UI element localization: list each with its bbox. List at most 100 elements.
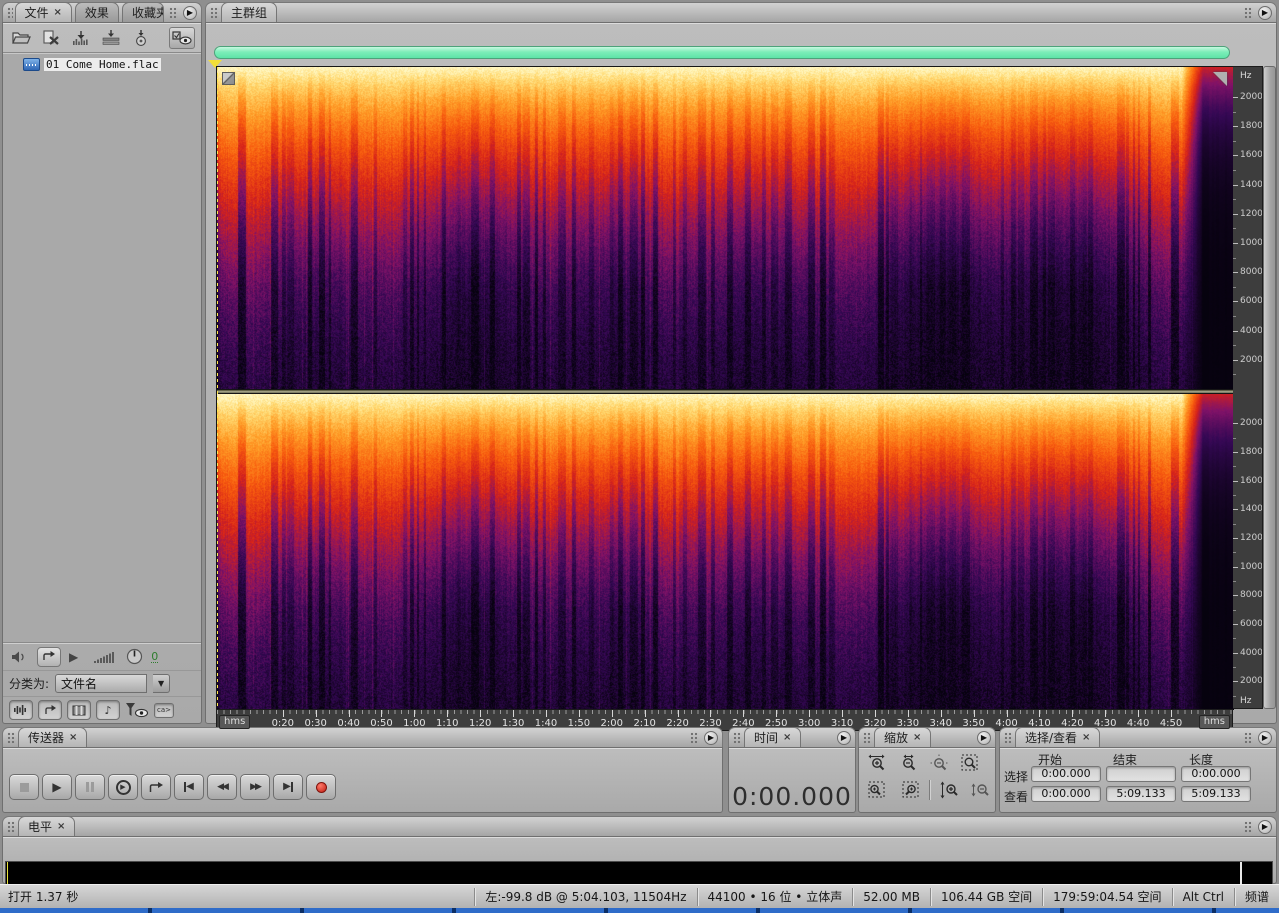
play-from-cursor-button[interactable]: ▶ — [108, 774, 138, 800]
panel-grip[interactable] — [863, 731, 872, 744]
spectrogram-channel-left[interactable] — [217, 67, 1234, 389]
open-folder-icon — [12, 31, 31, 44]
insert-cd-button[interactable] — [129, 27, 153, 49]
meter-zero-divider — [1240, 862, 1242, 886]
view-end-field[interactable]: 5:09.133 — [1106, 786, 1176, 802]
close-file-button[interactable] — [39, 27, 63, 49]
main-tabstrip: 主群组 ▶ — [205, 2, 1277, 22]
panel-menu-button[interactable]: ▶ — [977, 730, 991, 745]
view-start-field[interactable]: 0:00.000 — [1031, 786, 1101, 802]
panel-menu-button[interactable]: ▶ — [1258, 5, 1272, 20]
close-tab-icon[interactable]: × — [783, 732, 791, 743]
show-video-files-button[interactable] — [67, 700, 91, 720]
preview-play-button[interactable]: ▶ — [69, 650, 78, 664]
autoplay-speaker-icon[interactable] — [11, 650, 29, 664]
close-tab-icon[interactable]: × — [913, 732, 921, 743]
tab-zoom[interactable]: 缩放 × — [874, 727, 932, 747]
vertical-scrollbar[interactable] — [1263, 66, 1276, 709]
filter-options-button[interactable] — [125, 702, 149, 718]
show-midi-files-button[interactable]: ♪ — [96, 700, 120, 720]
loop-preview-button[interactable] — [37, 646, 61, 667]
file-type-toggles: ♪ ca> — [3, 696, 201, 723]
frequency-minor-tick — [1233, 374, 1236, 376]
panel-menu-button[interactable]: ▶ — [704, 730, 718, 745]
tab-levels[interactable]: 电平 × — [18, 816, 76, 836]
frequency-minor-tick — [1233, 552, 1236, 554]
pause-button[interactable] — [75, 774, 105, 800]
playhead-line[interactable] — [217, 67, 218, 708]
spectrogram-display[interactable] — [216, 66, 1234, 710]
panel-grip[interactable] — [1004, 731, 1013, 744]
close-tab-icon[interactable]: × — [1082, 732, 1090, 743]
view-length-field[interactable]: 5:09.133 — [1181, 786, 1251, 802]
zoom-to-selection-button[interactable] — [960, 753, 982, 773]
tab-effects[interactable]: 效果 — [74, 2, 119, 22]
panel-menu-button[interactable]: ▶ — [1258, 730, 1272, 745]
volume-bars-icon[interactable] — [94, 651, 118, 663]
tab-favorites[interactable]: 收藏夹 — [121, 2, 164, 22]
spectrogram-channel-right[interactable] — [217, 394, 1234, 710]
zoom-in-left-edge-button[interactable] — [867, 780, 889, 800]
tab-time[interactable]: 时间 × — [744, 727, 802, 747]
dropdown-arrow-icon[interactable]: ▼ — [153, 674, 171, 693]
horizontal-scrollbar[interactable] — [214, 46, 1230, 59]
close-tab-icon[interactable]: × — [54, 7, 62, 18]
frequency-minor-tick — [1233, 169, 1236, 171]
import-audio-button[interactable] — [69, 27, 93, 49]
record-button[interactable] — [306, 774, 336, 800]
close-tab-icon[interactable]: × — [69, 732, 77, 743]
time-display[interactable]: 0:00.000 — [729, 782, 855, 811]
advanced-options-button[interactable]: ca> — [154, 702, 174, 718]
tab-files[interactable]: 文件 × — [14, 2, 72, 22]
time-ruler-unit[interactable]: hms — [219, 715, 251, 729]
options-toggle-button[interactable] — [169, 26, 195, 49]
rewind-button[interactable]: ◀◀ — [207, 774, 237, 800]
tab-transport[interactable]: 传送器 × — [18, 727, 88, 747]
selection-end-field[interactable] — [1106, 766, 1176, 782]
zoom-in-horizontal-button[interactable] — [867, 753, 889, 773]
panel-menu-button[interactable]: ▶ — [1258, 819, 1272, 834]
panel-menu-button[interactable]: ▶ — [183, 5, 197, 20]
frequency-ruler[interactable]: Hz 20000 18000 16000 14000 12000 10000 8000 6000… — [1233, 66, 1263, 709]
time-ruler-unit[interactable]: hms — [1198, 715, 1230, 729]
import-file-button[interactable] — [9, 27, 33, 49]
show-loop-files-button[interactable] — [38, 700, 62, 720]
panel-grip[interactable] — [7, 6, 13, 19]
file-name: 01 Come Home.flac — [44, 58, 161, 71]
levels-panel: 电平 × ▶ dB-69-66-63-60-57-54-51-48-45-42-… — [2, 816, 1277, 903]
stop-button[interactable] — [9, 774, 39, 800]
transport-tabstrip: 传送器 × ▶ — [2, 727, 723, 747]
tab-transport-label: 传送器 — [28, 731, 65, 745]
time-tick — [447, 710, 449, 717]
play-looped-button[interactable] — [141, 774, 171, 800]
tab-main-group[interactable]: 主群组 — [221, 2, 278, 22]
selection-length-field[interactable]: 0:00.000 — [1181, 766, 1251, 782]
close-tab-icon[interactable]: × — [57, 821, 65, 832]
zoom-out-vertical-button[interactable] — [970, 780, 992, 800]
go-to-beginning-button[interactable]: ◀ — [174, 774, 204, 800]
panel-grip[interactable] — [7, 731, 16, 744]
zoom-out-full-button[interactable] — [929, 753, 951, 773]
play-button[interactable]: ▶ — [42, 774, 72, 800]
zoom-in-right-edge-button[interactable] — [898, 780, 920, 800]
panel-grip[interactable] — [210, 6, 219, 19]
tab-selection-view[interactable]: 选择/查看 × — [1015, 727, 1101, 747]
sort-dropdown[interactable]: 文件名 — [55, 674, 148, 693]
file-list-item[interactable]: 01 Come Home.flac — [21, 58, 171, 71]
panel-grip[interactable] — [733, 731, 742, 744]
panel-menu-button[interactable]: ▶ — [837, 730, 851, 745]
corner-handle-icon[interactable] — [1213, 72, 1227, 86]
insert-multitrack-button[interactable] — [99, 27, 123, 49]
zoom-in-vertical-button[interactable] — [939, 780, 961, 800]
corner-handle-icon[interactable] — [222, 72, 235, 85]
zoom-out-horizontal-button[interactable] — [898, 753, 920, 773]
volume-knob[interactable] — [126, 648, 143, 665]
show-audio-files-button[interactable] — [9, 700, 33, 720]
panel-grip[interactable] — [7, 820, 16, 833]
fast-forward-button[interactable]: ▶▶ — [240, 774, 270, 800]
file-list[interactable]: 01 Come Home.flac — [3, 53, 201, 642]
selection-start-field[interactable]: 0:00.000 — [1031, 766, 1101, 782]
frequency-tick — [1233, 538, 1238, 540]
go-to-end-button[interactable]: ▶ — [273, 774, 303, 800]
volume-value[interactable]: 0 — [151, 651, 159, 663]
